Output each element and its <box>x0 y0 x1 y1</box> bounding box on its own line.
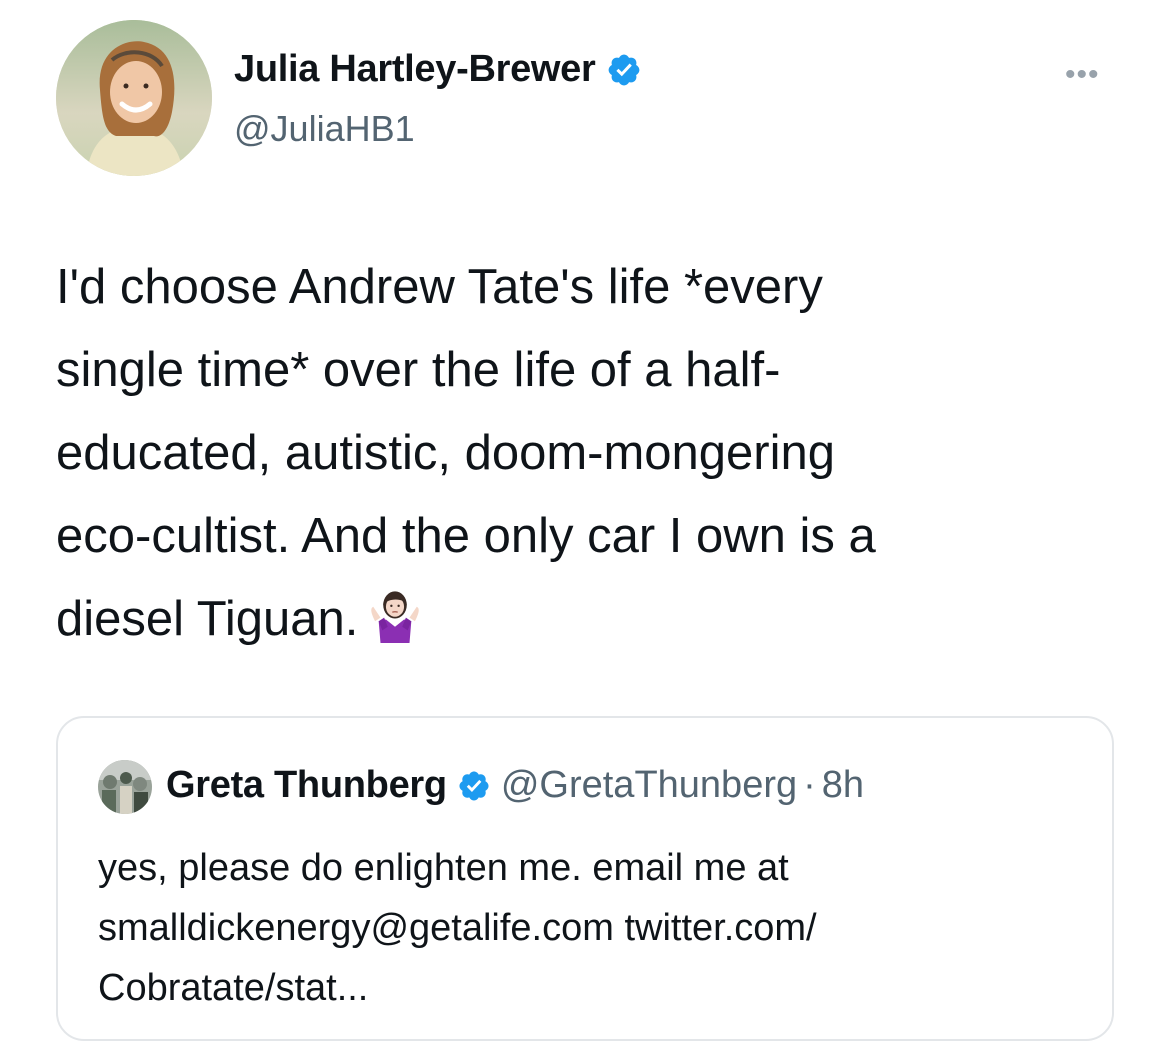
verified-badge-icon <box>457 769 491 803</box>
tweet-text: I'd choose Andrew Tate's life *every sin… <box>56 246 1136 661</box>
tweet: Julia Hartley-Brewer @JuliaHB1 ••• I'd c… <box>0 0 1169 1045</box>
quoted-author-avatar[interactable] <box>98 760 152 814</box>
author-handle[interactable]: @JuliaHB1 <box>234 108 415 150</box>
more-options-icon[interactable]: ••• <box>1065 60 1100 90</box>
tweet-text-line: I'd choose Andrew Tate's life *every <box>56 260 823 314</box>
quoted-tweet-card[interactable]: Greta Thunberg @GretaThunberg · 8h yes, … <box>56 716 1114 1041</box>
author-avatar[interactable] <box>56 20 212 176</box>
tweet-text-line: educated, autistic, doom-mongering <box>56 426 835 480</box>
quoted-tweet-header: Greta Thunberg @GretaThunberg · 8h <box>166 764 864 807</box>
separator-dot: · <box>803 764 816 806</box>
author-photo <box>56 20 212 176</box>
author-name[interactable]: Julia Hartley-Brewer <box>234 48 642 91</box>
quoted-author-name[interactable]: Greta Thunberg <box>166 764 447 807</box>
tweet-text-line: single time* over the life of a half- <box>56 343 781 397</box>
quoted-author-photo <box>98 760 152 814</box>
author-name-text[interactable]: Julia Hartley-Brewer <box>234 48 596 91</box>
quoted-text-line: smalldickenergy@getalife.com twitter.com… <box>98 907 817 949</box>
tweet-text-line: diesel Tiguan. <box>56 592 359 646</box>
quoted-text-line: Cobratate/stat... <box>98 967 369 1009</box>
quoted-tweet-text: yes, please do enlighten me. email me at… <box>98 838 1078 1018</box>
verified-badge-icon <box>606 52 642 88</box>
woman-shrugging-emoji-icon <box>366 585 424 643</box>
quoted-text-line: yes, please do enlighten me. email me at <box>98 847 789 889</box>
tweet-text-line-last: diesel Tiguan. <box>56 578 1136 661</box>
quoted-tweet-timestamp[interactable]: 8h <box>822 764 864 807</box>
tweet-text-line: eco-cultist. And the only car I own is a <box>56 509 876 563</box>
quoted-author-handle[interactable]: @GretaThunberg <box>501 764 797 807</box>
